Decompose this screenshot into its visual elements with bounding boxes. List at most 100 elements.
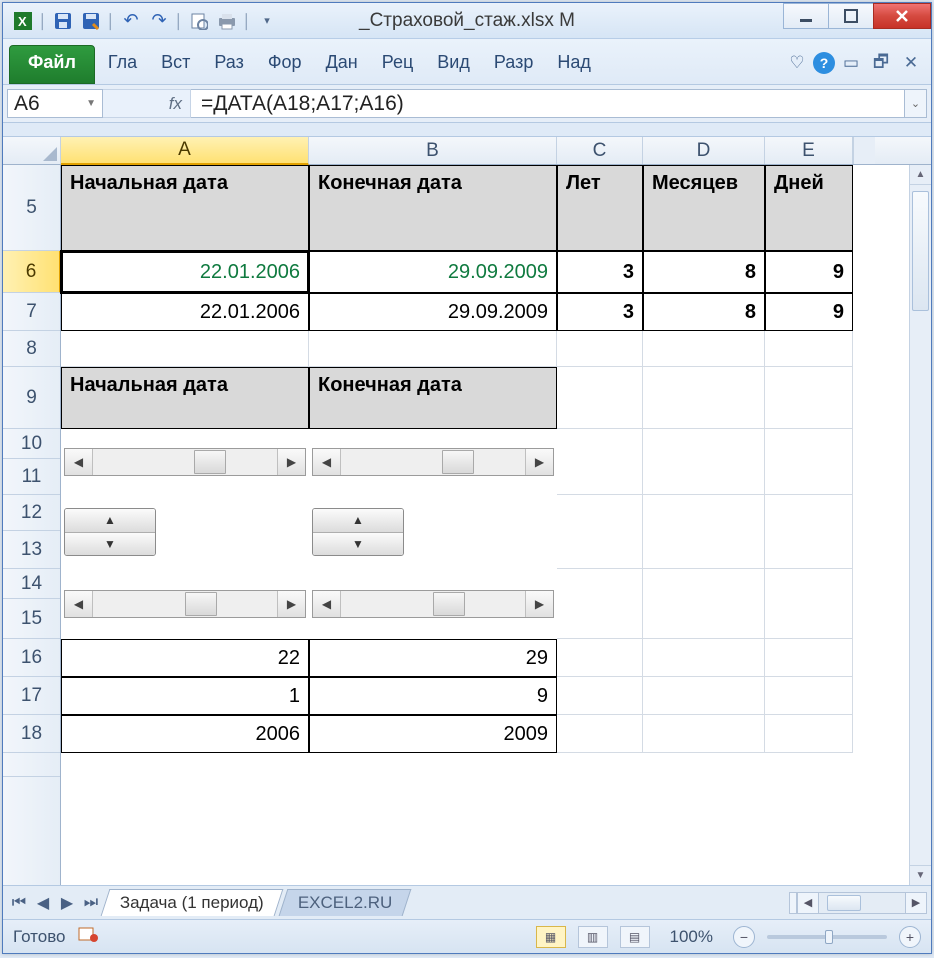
arrow-right-icon[interactable]: ▶ <box>525 449 553 475</box>
sheet-nav-last[interactable]: ⏭ <box>80 892 102 914</box>
arrow-left-icon[interactable]: ◀ <box>65 449 93 475</box>
arrow-right-icon[interactable]: ▶ <box>277 449 305 475</box>
row-header-10[interactable]: 10 <box>3 429 60 459</box>
cell-B7[interactable]: 29.09.2009 <box>309 293 557 331</box>
cell-E6[interactable]: 9 <box>765 251 853 293</box>
cell-A9[interactable]: Начальная дата <box>61 367 309 429</box>
arrow-up-icon[interactable]: ▲ <box>65 509 155 533</box>
cell-D5[interactable]: Месяцев <box>643 165 765 251</box>
arrow-left-icon[interactable]: ◀ <box>313 449 341 475</box>
cell-A16[interactable]: 22 <box>61 639 309 677</box>
scroll-track[interactable] <box>93 449 277 475</box>
close-button[interactable] <box>873 3 931 29</box>
minimize-button[interactable] <box>783 3 829 29</box>
sheet-nav-first[interactable]: ⏮ <box>8 892 30 914</box>
save-as-button[interactable] <box>79 9 103 33</box>
cell-D6[interactable]: 8 <box>643 251 765 293</box>
zoom-slider[interactable] <box>767 935 887 939</box>
view-page-break-button[interactable]: ▤ <box>620 926 650 948</box>
cell-E9[interactable] <box>765 367 853 429</box>
row-header-9[interactable]: 9 <box>3 367 60 429</box>
cell-C5[interactable]: Лет <box>557 165 643 251</box>
scroll-track[interactable] <box>341 591 525 617</box>
hscroll-thumb[interactable] <box>827 895 861 911</box>
row-header-11[interactable]: 11 <box>3 459 60 495</box>
cell-A18[interactable]: 2006 <box>61 715 309 753</box>
sheet-nav-next[interactable]: ▶ <box>56 892 78 914</box>
cell-D9[interactable] <box>643 367 765 429</box>
quick-print-button[interactable] <box>215 9 239 33</box>
col-header-C[interactable]: C <box>557 137 643 164</box>
arrow-down-icon[interactable]: ▼ <box>910 865 931 885</box>
zoom-out-button[interactable]: − <box>733 926 755 948</box>
cell-A7[interactable]: 22.01.2006 <box>61 293 309 331</box>
cell-D10[interactable] <box>643 429 765 495</box>
help-button[interactable]: ? <box>813 52 835 74</box>
scrollbar-control-end-2[interactable]: ◀ ▶ <box>312 590 554 618</box>
redo-button[interactable]: ↷ <box>147 9 171 33</box>
expand-formula-button[interactable]: ⌄ <box>905 89 927 118</box>
cell-E12[interactable] <box>765 495 853 569</box>
cell-A6[interactable]: 22.01.2006 <box>61 251 309 293</box>
cell-B6[interactable]: 29.09.2009 <box>309 251 557 293</box>
cell-E17[interactable] <box>765 677 853 715</box>
ribbon-minimize-button[interactable]: ♡ <box>783 49 811 77</box>
formula-input[interactable]: =ДАТА(A18;A17;A16) <box>191 89 905 118</box>
cell-D16[interactable] <box>643 639 765 677</box>
tab-insert[interactable]: Вст <box>150 45 201 84</box>
scrollbar-control-start-1[interactable]: ◀ ▶ <box>64 448 306 476</box>
arrow-up-icon[interactable]: ▲ <box>313 509 403 533</box>
name-box[interactable]: A6 ▼ <box>7 89 103 118</box>
tab-addins[interactable]: Над <box>546 45 602 84</box>
col-header-E[interactable]: E <box>765 137 853 164</box>
zoom-in-button[interactable]: + <box>899 926 921 948</box>
arrow-right-icon[interactable]: ▶ <box>905 892 927 914</box>
scrollbar-control-start-2[interactable]: ◀ ▶ <box>64 590 306 618</box>
scroll-track[interactable] <box>341 449 525 475</box>
cell-D7[interactable]: 8 <box>643 293 765 331</box>
cell-E18[interactable] <box>765 715 853 753</box>
scrollbar-control-end-1[interactable]: ◀ ▶ <box>312 448 554 476</box>
cell-E14[interactable] <box>765 569 853 639</box>
arrow-right-icon[interactable]: ▶ <box>277 591 305 617</box>
arrow-left-icon[interactable]: ◀ <box>797 892 819 914</box>
arrow-left-icon[interactable]: ◀ <box>313 591 341 617</box>
row-header-16[interactable]: 16 <box>3 639 60 677</box>
cell-A17[interactable]: 1 <box>61 677 309 715</box>
chevron-down-icon[interactable]: ▼ <box>86 98 96 109</box>
row-header-17[interactable]: 17 <box>3 677 60 715</box>
arrow-left-icon[interactable]: ◀ <box>65 591 93 617</box>
tab-developer[interactable]: Разр <box>483 45 544 84</box>
cell-B14-15[interactable]: ◀ ▶ <box>309 569 557 639</box>
arrow-right-icon[interactable]: ▶ <box>525 591 553 617</box>
fx-icon[interactable]: fx <box>169 94 182 114</box>
cell-E16[interactable] <box>765 639 853 677</box>
cell-B8[interactable] <box>309 331 557 367</box>
arrow-down-icon[interactable]: ▼ <box>65 533 155 556</box>
cell-C6[interactable]: 3 <box>557 251 643 293</box>
scroll-thumb[interactable] <box>185 592 217 616</box>
tab-file[interactable]: Файл <box>9 45 95 84</box>
tab-formulas[interactable]: Фор <box>257 45 313 84</box>
cell-C18[interactable] <box>557 715 643 753</box>
cell-C14[interactable] <box>557 569 643 639</box>
zoom-slider-thumb[interactable] <box>825 930 833 944</box>
horizontal-scrollbar[interactable]: ◀ ▶ <box>789 892 927 914</box>
row-header-7[interactable]: 7 <box>3 293 60 331</box>
tab-review[interactable]: Рец <box>371 45 425 84</box>
cell-B16[interactable]: 29 <box>309 639 557 677</box>
undo-button[interactable]: ↶ <box>119 9 143 33</box>
cell-E5[interactable]: Дней <box>765 165 853 251</box>
arrow-up-icon[interactable]: ▲ <box>910 165 931 185</box>
tab-markup[interactable]: Раз <box>203 45 254 84</box>
view-page-layout-button[interactable]: ▥ <box>578 926 608 948</box>
spinner-control-start[interactable]: ▲ ▼ <box>64 508 156 556</box>
cell-D14[interactable] <box>643 569 765 639</box>
cell-E7[interactable]: 9 <box>765 293 853 331</box>
row-header-6[interactable]: 6 <box>3 251 61 293</box>
cell-E10[interactable] <box>765 429 853 495</box>
tab-view[interactable]: Вид <box>426 45 481 84</box>
ribbon-display-button[interactable]: ▭ <box>837 49 865 77</box>
tab-data[interactable]: Дан <box>315 45 369 84</box>
sheet-tab-2[interactable]: EXCEL2.RU <box>278 889 411 916</box>
